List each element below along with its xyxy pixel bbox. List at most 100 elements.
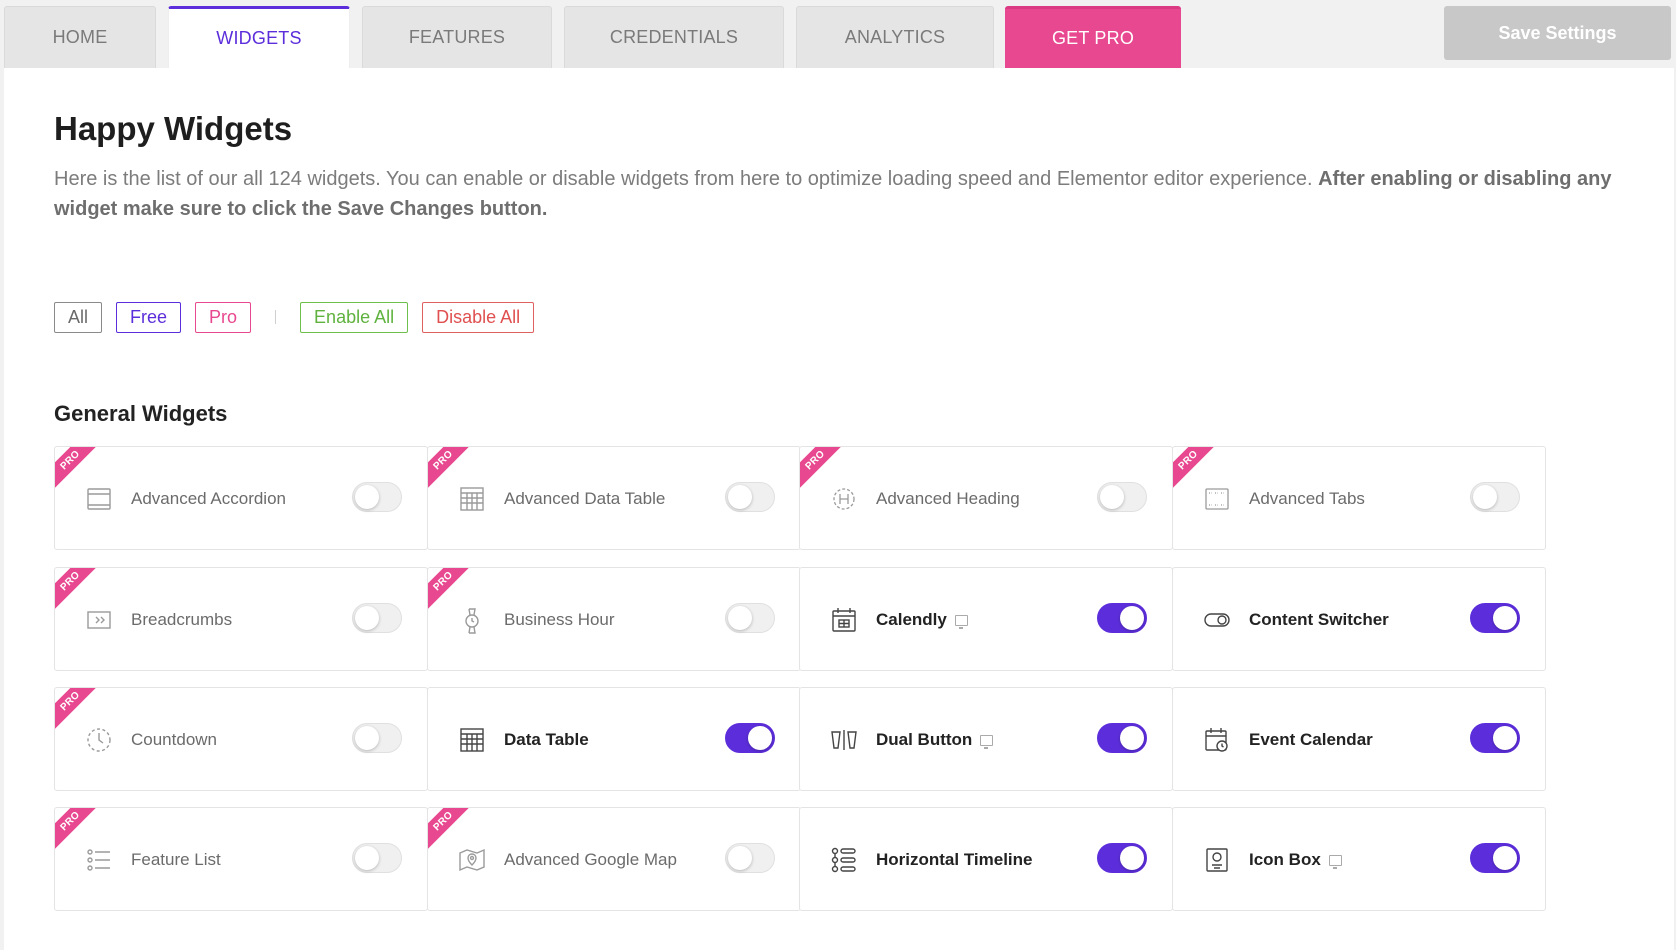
widget-toggle[interactable] [1097, 482, 1147, 512]
toggle-knob [728, 846, 752, 870]
toggle-knob [1493, 606, 1517, 630]
disable-all-button[interactable]: Disable All [422, 301, 535, 333]
tab-home[interactable]: HOME [4, 6, 156, 68]
widget-label-text: Event Calendar [1249, 730, 1373, 749]
widget-label: Business Hour [504, 608, 615, 632]
toggle-knob [728, 485, 752, 509]
widget-card: Horizontal Timeline [799, 807, 1173, 911]
demo-preview-icon[interactable] [980, 735, 994, 750]
widget-toggle[interactable] [1097, 603, 1147, 633]
widget-label: Dual Button [876, 728, 994, 752]
widget-toggle[interactable] [725, 482, 775, 512]
tab-get-pro[interactable]: GET PRO [1005, 6, 1181, 68]
widget-label: Countdown [131, 728, 217, 752]
page-description: Here is the list of our all 124 widgets.… [54, 164, 1614, 224]
widget-label: Advanced Data Table [504, 487, 665, 511]
widget-label-text: Advanced Data Table [504, 489, 666, 508]
feature-list-icon [85, 846, 113, 874]
toggle-knob [355, 606, 379, 630]
widget-label-text: Content Switcher [1249, 610, 1389, 629]
toggle-knob [355, 485, 379, 509]
widget-toggle[interactable] [352, 482, 402, 512]
widget-toggle[interactable] [352, 843, 402, 873]
widget-label-text: Breadcrumbs [131, 610, 233, 629]
data-table-icon [458, 726, 486, 754]
filter-bar: All Free Pro Enable All Disable All [54, 301, 548, 333]
widget-card: Dual Button [799, 687, 1173, 791]
widget-label-text: Advanced Tabs [1249, 489, 1365, 508]
widget-card: PRO Advanced Accordion [54, 446, 428, 550]
widget-label: Horizontal Timeline [876, 848, 1033, 872]
widget-toggle[interactable] [725, 603, 775, 633]
toggle-knob [355, 726, 379, 750]
widget-toggle[interactable] [352, 603, 402, 633]
toggle-knob [1493, 726, 1517, 750]
widget-label: Calendly [876, 608, 968, 632]
enable-all-button[interactable]: Enable All [300, 301, 409, 333]
top-tab-bar: HOME WIDGETS FEATURES CREDENTIALS ANALYT… [0, 0, 1676, 68]
widget-toggle[interactable] [352, 723, 402, 753]
filter-pro-button[interactable]: Pro [195, 301, 252, 333]
filter-free-button[interactable]: Free [116, 301, 182, 333]
widget-label-text: Business Hour [504, 610, 615, 629]
business-hour-icon [458, 606, 486, 634]
tab-analytics[interactable]: ANALYTICS [796, 6, 994, 68]
tab-credentials-label: CREDENTIALS [609, 27, 739, 47]
widget-label: Icon Box [1249, 848, 1342, 872]
widget-card: PRO Advanced Google Map [427, 807, 801, 911]
widget-card: PRO Advanced Data Table [427, 446, 801, 550]
heading-icon [830, 485, 858, 513]
widget-card: Calendly [799, 567, 1173, 671]
tab-get-pro-label: GET PRO [1051, 28, 1135, 48]
map-icon [458, 846, 486, 874]
widget-label-text: Icon Box [1249, 850, 1321, 869]
tab-features[interactable]: FEATURES [362, 6, 552, 68]
widget-card: PRO Countdown [54, 687, 428, 791]
tab-home-label: HOME [52, 27, 108, 47]
widget-card: Data Table [427, 687, 801, 791]
widget-toggle[interactable] [1470, 843, 1520, 873]
tabs-icon [1203, 485, 1231, 513]
widget-label: Event Calendar [1249, 728, 1373, 752]
toggle-knob [1493, 846, 1517, 870]
widget-label: Feature List [131, 848, 221, 872]
widget-label-text: Advanced Google Map [504, 850, 677, 869]
breadcrumbs-icon [85, 606, 113, 634]
content-switcher-icon [1203, 606, 1231, 634]
page-title: Happy Widgets [54, 110, 293, 147]
widget-toggle[interactable] [1097, 843, 1147, 873]
toggle-knob [1100, 485, 1124, 509]
icon-box-icon [1203, 846, 1231, 874]
demo-preview-icon[interactable] [954, 615, 968, 630]
toggle-knob [728, 606, 752, 630]
filter-all-button[interactable]: All [54, 301, 103, 333]
widget-toggle[interactable] [725, 723, 775, 753]
toggle-knob [1120, 846, 1144, 870]
tab-widgets[interactable]: WIDGETS [168, 6, 350, 68]
widget-label-text: Countdown [131, 730, 218, 749]
widget-toggle[interactable] [1470, 603, 1520, 633]
toggle-knob [1120, 726, 1144, 750]
widget-toggle[interactable] [1097, 723, 1147, 753]
save-settings-button[interactable]: Save Settings [1444, 6, 1671, 60]
widget-label-text: Advanced Heading [876, 489, 1020, 508]
widget-label: Advanced Accordion [131, 487, 286, 511]
tab-credentials[interactable]: CREDENTIALS [564, 6, 784, 68]
widget-toggle[interactable] [1470, 723, 1520, 753]
countdown-icon [85, 726, 113, 754]
widget-toggle[interactable] [725, 843, 775, 873]
widget-card: PRO Advanced Heading [799, 446, 1173, 550]
widget-card: Content Switcher [1172, 567, 1546, 671]
widget-label-text: Feature List [131, 850, 221, 869]
widget-label: Advanced Tabs [1249, 487, 1365, 511]
widget-toggle[interactable] [1470, 482, 1520, 512]
toggle-knob [355, 846, 379, 870]
tab-widgets-label: WIDGETS [216, 28, 302, 48]
filter-divider [275, 310, 277, 324]
widgets-panel: Happy Widgets Here is the list of our al… [4, 68, 1674, 950]
widget-label-text: Dual Button [876, 730, 973, 749]
description-text: Here is the list of our all 124 widgets.… [54, 168, 1313, 190]
widget-label: Data Table [504, 728, 589, 752]
demo-preview-icon[interactable] [1328, 855, 1342, 870]
widget-card: Event Calendar [1172, 687, 1546, 791]
